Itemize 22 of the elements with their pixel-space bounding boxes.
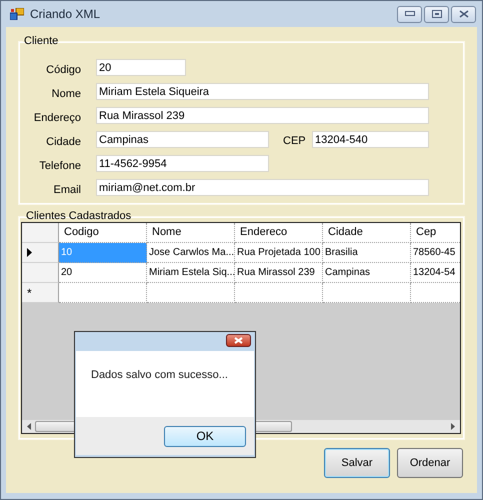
dialog-message: Dados salvo com sucesso... xyxy=(91,369,228,381)
field-label: Código xyxy=(45,63,81,76)
table-cell: Campinas xyxy=(323,263,411,283)
table-cell: Brasilia xyxy=(323,243,411,263)
table-cell: 10 xyxy=(59,243,147,263)
new-row-marker: * xyxy=(27,286,32,300)
field-label: Cidade xyxy=(45,135,81,148)
table-cell: Jose Carwlos Ma... xyxy=(147,243,235,263)
field-label: CEP xyxy=(283,134,305,147)
table-cell: 20 xyxy=(59,263,147,283)
table-cell: Rua Mirassol 239 xyxy=(235,263,323,283)
group-title: Clientes Cadastrados xyxy=(25,210,132,222)
table-cell: 13204-54 xyxy=(411,263,460,283)
field-label: Nome xyxy=(50,87,81,100)
field-label: Telefone xyxy=(38,159,81,172)
table-cell: Rua Projetada 100 xyxy=(235,243,323,263)
field-label: Endereço xyxy=(32,111,81,124)
group-title: Cliente xyxy=(23,35,60,47)
window-title: Criando XML xyxy=(30,7,100,21)
table-cell: 78560-45 xyxy=(411,243,460,263)
field-label: Email xyxy=(52,183,81,196)
table-cell: Miriam Estela Siq... xyxy=(147,263,235,283)
